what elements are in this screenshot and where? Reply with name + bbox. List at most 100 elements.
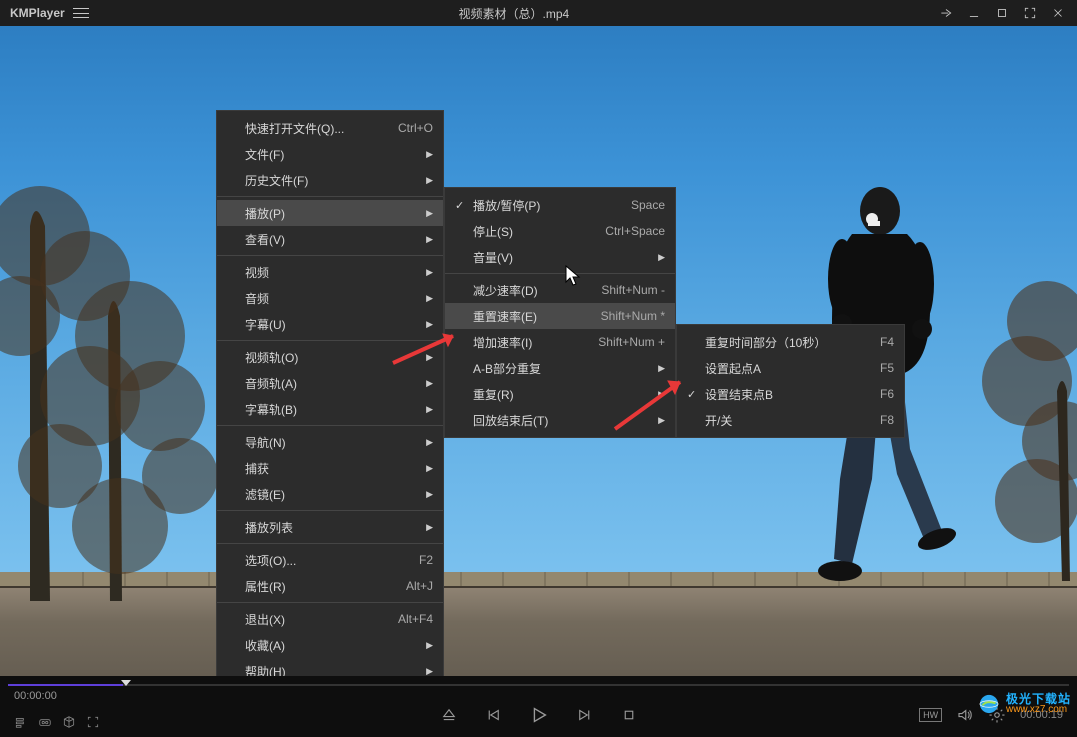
fullscreen-icon[interactable] xyxy=(1023,6,1037,20)
submenu-arrow-icon: ▶ xyxy=(426,378,433,389)
menu-item-label: 开/关 xyxy=(705,412,850,429)
minimize-icon[interactable] xyxy=(967,6,981,20)
playlist-icon[interactable] xyxy=(14,715,28,729)
menu-item[interactable]: 退出(X)Alt+F4 xyxy=(217,606,443,632)
menu-item[interactable]: 选项(O)...F2 xyxy=(217,547,443,573)
menu-item-label: 属性(R) xyxy=(245,578,376,595)
vr-icon[interactable] xyxy=(38,715,52,729)
menu-item-label: 音频 xyxy=(245,290,418,307)
submenu-arrow-icon: ▶ xyxy=(426,293,433,304)
pin-icon[interactable] xyxy=(939,6,953,20)
menu-item-label: 导航(N) xyxy=(245,434,418,451)
menu-item-label: 滤镜(E) xyxy=(245,486,418,503)
menu-shortcut: F5 xyxy=(850,361,894,375)
menu-item[interactable]: 重复时间部分（10秒）F4 xyxy=(677,329,904,355)
menu-item[interactable]: 快速打开文件(Q)...Ctrl+O xyxy=(217,115,443,141)
watermark-url: www.xz7.com xyxy=(1006,705,1071,715)
menu-shortcut: Ctrl+O xyxy=(368,121,433,135)
window-title: 视频素材（总）.mp4 xyxy=(89,5,939,22)
submenu-arrow-icon: ▶ xyxy=(426,640,433,651)
title-bar: KMPlayer 视频素材（总）.mp4 xyxy=(0,0,1077,26)
video-area[interactable]: 快速打开文件(Q)...Ctrl+O文件(F)▶历史文件(F)▶播放(P)▶查看… xyxy=(0,26,1077,676)
menu-item-label: 音频轨(A) xyxy=(245,375,418,392)
submenu-arrow-icon: ▶ xyxy=(426,437,433,448)
player-controls: 00:00:00 HW 00:00:19 xyxy=(0,676,1077,737)
menu-item-label: 播放列表 xyxy=(245,519,418,536)
submenu-arrow-icon: ▶ xyxy=(426,404,433,415)
menu-item[interactable]: 收藏(A) ▶ xyxy=(217,632,443,658)
globe-icon xyxy=(976,691,1002,717)
menu-item-label: 视频 xyxy=(245,264,418,281)
submenu-arrow-icon: ▶ xyxy=(426,522,433,533)
menu-shortcut: F4 xyxy=(850,335,894,349)
menu-separator xyxy=(445,273,675,274)
menu-item[interactable]: 捕获▶ xyxy=(217,455,443,481)
close-icon[interactable] xyxy=(1051,6,1065,20)
volume-icon[interactable] xyxy=(956,706,974,724)
menu-item[interactable]: 导航(N) ▶ xyxy=(217,429,443,455)
menu-item[interactable]: 播放(P) ▶ xyxy=(217,200,443,226)
play-icon[interactable] xyxy=(528,704,550,726)
menu-item[interactable]: 音频 ▶ xyxy=(217,285,443,311)
submenu-arrow-icon: ▶ xyxy=(426,489,433,500)
prev-icon[interactable] xyxy=(484,706,502,724)
crop-icon[interactable] xyxy=(86,715,100,729)
menu-item-label: 设置结束点B xyxy=(705,386,850,403)
menu-item-label: 捕获 xyxy=(245,460,418,477)
hw-badge[interactable]: HW xyxy=(919,708,942,722)
menu-item[interactable]: 字幕轨(B)▶ xyxy=(217,396,443,422)
menu-item-label: 帮助(H) xyxy=(245,663,418,677)
menu-item-label: 历史文件(F) xyxy=(245,172,418,189)
menu-item-label: 播放(P) xyxy=(245,205,418,222)
menu-item[interactable]: 帮助(H)▶ xyxy=(217,658,443,676)
menu-item-label: 选项(O)... xyxy=(245,552,389,569)
menu-item[interactable]: 滤镜(E) ▶ xyxy=(217,481,443,507)
app-name: KMPlayer xyxy=(10,6,65,20)
menu-item[interactable]: 属性(R)Alt+J xyxy=(217,573,443,599)
menu-shortcut: F6 xyxy=(850,387,894,401)
menu-item-label: 快速打开文件(Q)... xyxy=(245,120,368,137)
menu-item[interactable]: 开/关F8 xyxy=(677,407,904,433)
menu-item[interactable]: 重置速率(E)Shift+Num * xyxy=(445,303,675,329)
menu-item[interactable]: 查看(V)▶ xyxy=(217,226,443,252)
context-menu-ab-repeat[interactable]: 重复时间部分（10秒）F4设置起点AF5✓设置结束点BF6开/关F8 xyxy=(676,324,905,438)
menu-item[interactable]: 音量(V)▶ xyxy=(445,244,675,270)
menu-item[interactable]: 音频轨(A) ▶ xyxy=(217,370,443,396)
menu-item-label: 停止(S) xyxy=(473,223,575,240)
annotation-arrow-2 xyxy=(610,374,695,434)
maximize-icon[interactable] xyxy=(995,6,1009,20)
hamburger-icon[interactable] xyxy=(73,8,89,18)
submenu-arrow-icon: ▶ xyxy=(426,208,433,219)
progress-bar[interactable] xyxy=(8,682,1069,688)
menu-separator xyxy=(217,602,443,603)
menu-item[interactable]: 减少速率(D)Shift+Num - xyxy=(445,277,675,303)
next-icon[interactable] xyxy=(576,706,594,724)
menu-item-label: 文件(F) xyxy=(245,146,418,163)
menu-item[interactable]: ✓播放/暂停(P)Space xyxy=(445,192,675,218)
menu-item[interactable]: 设置起点AF5 xyxy=(677,355,904,381)
submenu-arrow-icon: ▶ xyxy=(426,149,433,160)
menu-item-label: 减少速率(D) xyxy=(473,282,571,299)
menu-separator xyxy=(217,196,443,197)
menu-item[interactable]: 历史文件(F)▶ xyxy=(217,167,443,193)
submenu-arrow-icon: ▶ xyxy=(658,252,665,263)
menu-item-label: 设置起点A xyxy=(705,360,850,377)
progress-thumb[interactable] xyxy=(121,680,131,686)
menu-item[interactable]: ✓设置结束点BF6 xyxy=(677,381,904,407)
menu-item[interactable]: 视频▶ xyxy=(217,259,443,285)
menu-item-label: 收藏(A) xyxy=(245,637,418,654)
eject-icon[interactable] xyxy=(440,706,458,724)
stop-icon[interactable] xyxy=(620,706,638,724)
menu-shortcut: Shift+Num + xyxy=(568,335,665,349)
menu-shortcut: Alt+J xyxy=(376,579,433,593)
menu-item[interactable]: 播放列表 ▶ xyxy=(217,514,443,540)
menu-shortcut: Shift+Num * xyxy=(571,309,665,323)
menu-item[interactable]: 增加速率(I)Shift+Num + xyxy=(445,329,675,355)
menu-shortcut: Ctrl+Space xyxy=(575,224,665,238)
menu-item[interactable]: 文件(F) ▶ xyxy=(217,141,443,167)
cube-icon[interactable] xyxy=(62,715,76,729)
menu-item-label: 重置速率(E) xyxy=(473,308,571,325)
context-menu-main[interactable]: 快速打开文件(Q)...Ctrl+O文件(F)▶历史文件(F)▶播放(P)▶查看… xyxy=(216,110,444,676)
menu-item[interactable]: 停止(S)Ctrl+Space xyxy=(445,218,675,244)
menu-shortcut: F8 xyxy=(850,413,894,427)
